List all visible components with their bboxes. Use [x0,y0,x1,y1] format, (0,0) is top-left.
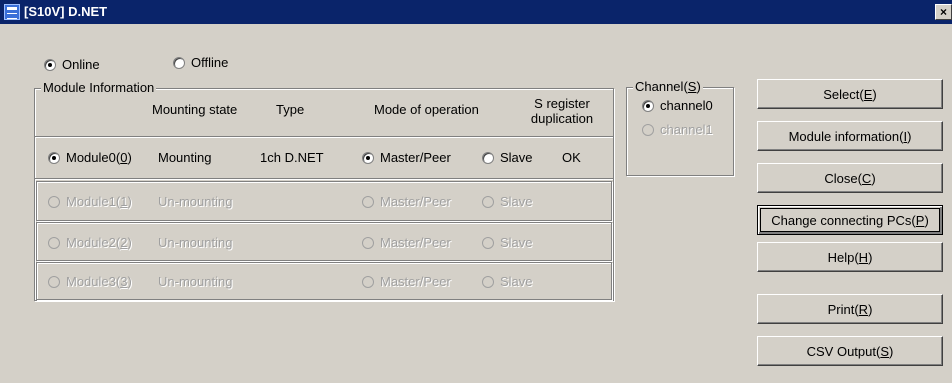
module2-master-peer-label: Master/Peer [380,235,451,250]
radio-dot-icon [482,151,494,164]
radio-dot-icon [362,195,374,208]
module3-slave-radio[interactable]: Slave [482,274,533,289]
module2-radio[interactable]: Module2(2) [48,235,132,250]
radio-dot-icon [44,58,56,71]
module2-label: Module2(2) [66,235,132,250]
module1-radio[interactable]: Module1(1) [48,194,132,209]
module3-label: Module3(3) [66,274,132,289]
module0-s-register: OK [562,150,581,165]
module1-master-peer-label: Master/Peer [380,194,451,209]
module-information-button[interactable]: Module information(I) [757,121,943,151]
module2-mounting-state: Un-mounting [158,235,233,250]
module3-master-peer-label: Master/Peer [380,274,451,289]
module1-label: Module1(1) [66,194,132,209]
radio-dot-icon [48,195,60,208]
radio-dot-icon [482,236,494,249]
module3-slave-label: Slave [500,274,533,289]
radio-dot-icon [642,99,654,112]
channel-legend: Channel(S) [633,79,703,94]
header-mode-of-operation: Mode of operation [374,102,479,117]
module3-radio[interactable]: Module3(3) [48,274,132,289]
radio-dot-icon [362,275,374,288]
module0-slave-label: Slave [500,150,533,165]
window-title: [S10V] D.NET [24,4,108,19]
header-s-register-line2: duplication [530,111,594,126]
module1-slave-radio[interactable]: Slave [482,194,533,209]
module3-master-peer-radio[interactable]: Master/Peer [362,274,451,289]
module0-slave-radio[interactable]: Slave [482,150,533,165]
module2-master-peer-radio[interactable]: Master/Peer [362,235,451,250]
channel0-label: channel0 [660,98,713,113]
radio-dot-icon [642,123,654,136]
module3-mounting-state: Un-mounting [158,274,233,289]
module1-slave-label: Slave [500,194,533,209]
radio-dot-icon [48,236,60,249]
change-connecting-pcs-button[interactable]: Change connecting PCs(P) [757,205,943,235]
module0-master-peer-label: Master/Peer [380,150,451,165]
title-bar: [S10V] D.NET × [0,0,952,24]
radio-dot-icon [48,275,60,288]
module0-label: Module0(0) [66,150,132,165]
module2-slave-radio[interactable]: Slave [482,235,533,250]
print-button[interactable]: Print(R) [757,294,943,324]
module2-slave-label: Slave [500,235,533,250]
close-window-button[interactable]: × [935,4,952,20]
close-button[interactable]: Close(C) [757,163,943,193]
radio-dot-icon [362,151,374,164]
module0-master-peer-radio[interactable]: Master/Peer [362,150,451,165]
module0-type: 1ch D.NET [260,150,324,165]
module1-master-peer-radio[interactable]: Master/Peer [362,194,451,209]
header-mounting-state: Mounting state [152,102,238,117]
radio-dot-icon [482,275,494,288]
radio-dot-icon [173,56,185,69]
radio-dot-icon [48,151,60,164]
channel1-radio[interactable]: channel1 [642,122,713,137]
channel0-radio[interactable]: channel0 [642,98,713,113]
help-button[interactable]: Help(H) [757,242,943,272]
offline-label: Offline [191,55,229,70]
module0-mounting-state: Mounting [158,150,212,165]
header-s-register-line1: S register [534,96,590,111]
select-button[interactable]: Select(E) [757,79,943,109]
radio-dot-icon [362,236,374,249]
csv-output-button[interactable]: CSV Output (S) [757,336,943,366]
header-type: Type [276,102,305,117]
module1-mounting-state: Un-mounting [158,194,233,209]
header-s-register-duplication: S register duplication [522,96,602,126]
channel1-label: channel1 [660,122,713,137]
online-label: Online [62,57,100,72]
module-information-legend: Module Information [41,80,157,95]
offline-radio[interactable]: Offline [173,55,228,70]
online-radio[interactable]: Online [44,57,100,72]
radio-dot-icon [482,195,494,208]
app-icon [4,4,20,20]
module0-radio[interactable]: Module0(0) [48,150,132,165]
